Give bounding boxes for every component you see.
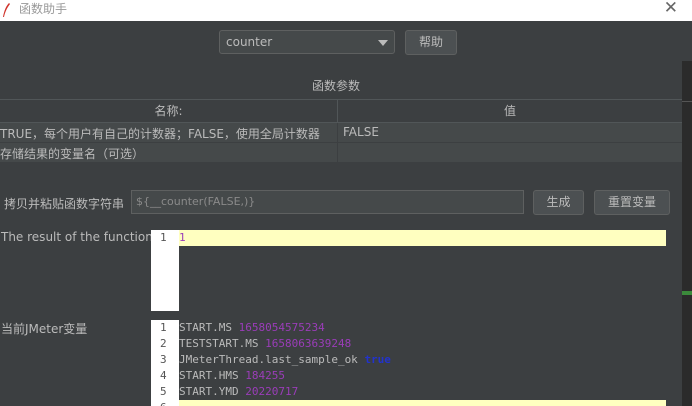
reset-variables-button[interactable]: 重置变量 <box>594 190 670 215</box>
function-string-field[interactable]: ${__counter(FALSE,)} <box>131 190 524 214</box>
close-icon[interactable]: ✕ <box>664 0 678 17</box>
params-table: 名称: 值 TRUE，每个用户有自己的计数器；FALSE，使用全局计数器 FAL… <box>0 99 682 163</box>
header-value: 值 <box>503 104 516 118</box>
param-name: 存储结果的变量名（可选） <box>0 147 145 161</box>
result-editor[interactable]: 1 1 <box>151 230 666 311</box>
table-row[interactable]: 存储结果的变量名（可选） <box>0 143 682 163</box>
result-label: The result of the function is <box>1 230 167 244</box>
params-table-header: 名称: 值 <box>0 99 682 123</box>
params-section-label: 函数参数 <box>312 79 361 93</box>
function-select[interactable]: counter <box>219 30 395 54</box>
vars-editor[interactable]: 1 2 3 4 5 6 START.MS 1658054575234 TESTS… <box>151 320 666 406</box>
function-string-value: ${__counter(FALSE,)} <box>136 195 256 208</box>
code-line <box>179 400 666 406</box>
code-line: START.YMD 20220717 <box>179 385 299 398</box>
table-row[interactable]: TRUE，每个用户有自己的计数器；FALSE，使用全局计数器 FALSE <box>0 123 682 143</box>
vars-gutter: 1 2 3 4 5 6 <box>151 320 179 406</box>
title-bar: 函数助手 ✕ <box>0 0 692 21</box>
header-name: 名称: <box>154 104 183 118</box>
code-line: START.HMS 184255 <box>179 369 285 382</box>
code-line: JMeterThread.last_sample_ok true <box>179 353 391 366</box>
result-code-area[interactable]: 1 <box>179 230 666 311</box>
help-button[interactable]: 帮助 <box>405 30 457 55</box>
code-line: START.MS 1658054575234 <box>179 321 325 334</box>
param-name: TRUE，每个用户有自己的计数器；FALSE，使用全局计数器 <box>0 127 320 141</box>
result-gutter: 1 <box>151 230 179 311</box>
vars-label: 当前JMeter变量 <box>1 322 88 336</box>
generate-button[interactable]: 生成 <box>533 190 584 215</box>
jmeter-feather-icon <box>3 3 10 17</box>
chevron-down-icon <box>378 40 388 46</box>
vars-code-area[interactable]: START.MS 1658054575234 TESTSTART.MS 1658… <box>179 320 666 406</box>
code-line: 1 <box>179 230 666 246</box>
copy-string-label: 拷贝并粘贴函数字符串 <box>4 197 125 211</box>
window-title: 函数助手 <box>19 2 68 16</box>
code-line: TESTSTART.MS 1658063639248 <box>179 337 352 350</box>
param-value[interactable]: FALSE <box>343 125 379 139</box>
function-select-value: counter <box>226 35 273 49</box>
right-edge-strip <box>682 21 692 406</box>
